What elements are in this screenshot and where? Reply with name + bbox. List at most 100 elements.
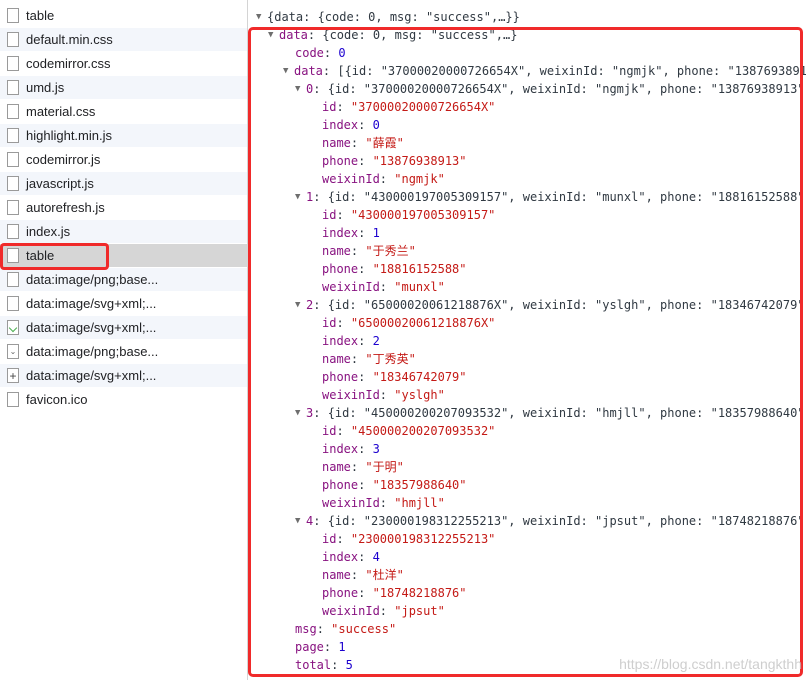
array-item-line[interactable]: ▼ 3: {id: "450000200207093532", weixinId:… xyxy=(295,404,805,422)
item-field-line: weixinId: "hmjll" xyxy=(322,496,445,510)
field-value: "13876938913" xyxy=(372,154,467,168)
item-field-line: name: "于明" xyxy=(322,460,404,474)
page-line: page: 1 xyxy=(295,640,346,654)
file-item[interactable]: default.min.css xyxy=(0,28,247,51)
image-icon xyxy=(7,320,19,335)
file-item[interactable]: umd.js xyxy=(0,76,247,99)
file-item[interactable]: highlight.min.js xyxy=(0,124,247,147)
item-summary: {id: "37000020000726654X", weixinId: "ng… xyxy=(327,82,805,96)
expand-triangle-icon[interactable]: ▼ xyxy=(295,404,306,422)
field-key: name xyxy=(322,244,351,258)
expand-triangle-icon[interactable]: ▼ xyxy=(295,296,306,314)
field-value: "450000200207093532" xyxy=(350,424,496,438)
file-item[interactable]: data:image/svg+xml;... xyxy=(0,292,247,315)
field-key: phone xyxy=(322,586,359,600)
item-field-line: id: "450000200207093532" xyxy=(322,424,496,438)
data-summary: {code: 0, msg: "success",…} xyxy=(322,28,518,42)
expand-triangle-icon[interactable]: ▼ xyxy=(283,62,294,80)
data-array-line[interactable]: ▼ data: [{id: "37000020000726654X", weixi… xyxy=(283,62,806,80)
file-item[interactable]: index.js xyxy=(0,220,247,243)
item-field-line: phone: "18748218876" xyxy=(322,586,467,600)
field-key: id xyxy=(322,316,337,330)
field-value: "18357988640" xyxy=(372,478,467,492)
field-value: "于明" xyxy=(365,460,404,474)
field-value: "hmjll" xyxy=(394,496,445,510)
item-field-line: phone: "18357988640" xyxy=(322,478,467,492)
file-item[interactable]: codemirror.js xyxy=(0,148,247,171)
file-item[interactable]: data:image/png;base... xyxy=(0,268,247,291)
document-icon xyxy=(7,392,19,407)
file-item[interactable]: table xyxy=(0,4,247,27)
document-icon xyxy=(7,128,19,143)
expand-triangle-icon[interactable]: ▼ xyxy=(295,80,306,98)
array-item-line[interactable]: ▼ 2: {id: "65000020061218876X", weixinId:… xyxy=(295,296,805,314)
file-item[interactable]: ⌄ data:image/png;base... xyxy=(0,340,247,363)
document-icon xyxy=(7,56,19,71)
field-key: name xyxy=(322,136,351,150)
file-item[interactable]: material.css xyxy=(0,100,247,123)
file-item[interactable]: favicon.ico xyxy=(0,388,247,411)
total-value: 5 xyxy=(345,658,353,672)
file-name: autorefresh.js xyxy=(26,200,105,215)
field-key: index xyxy=(322,550,359,564)
root-object-line[interactable]: ▼ {data: {code: 0, msg: "success",…}} xyxy=(256,8,520,26)
item-field-line: index: 1 xyxy=(322,226,380,240)
item-field-line: weixinId: "munxl" xyxy=(322,280,445,294)
file-name: data:image/png;base... xyxy=(26,272,159,287)
expand-triangle-icon[interactable]: ▼ xyxy=(268,26,279,44)
file-name: index.js xyxy=(26,224,71,239)
file-name: data:image/svg+xml;... xyxy=(26,320,157,335)
data-object-line[interactable]: ▼ data: {code: 0, msg: "success",…} xyxy=(268,26,517,44)
file-name: codemirror.js xyxy=(26,152,101,167)
item-field-line: name: "杜洋" xyxy=(322,568,404,582)
file-name: data:image/svg+xml;... xyxy=(26,296,157,311)
field-value: "于秀兰" xyxy=(365,244,416,258)
file-name: table xyxy=(26,248,55,263)
item-field-line: phone: "18816152588" xyxy=(322,262,467,276)
field-value: "杜洋" xyxy=(365,568,404,582)
document-icon xyxy=(7,200,19,215)
array-item-line[interactable]: ▼ 0: {id: "37000020000726654X", weixinId:… xyxy=(295,80,805,98)
field-key: index xyxy=(322,226,359,240)
expand-triangle-icon[interactable]: ▼ xyxy=(295,512,306,530)
page-value: 1 xyxy=(338,640,346,654)
file-item[interactable]: autorefresh.js xyxy=(0,196,247,219)
field-key: weixinId xyxy=(322,280,380,294)
field-key: id xyxy=(322,208,337,222)
item-summary: {id: "65000020061218876X", weixinId: "ys… xyxy=(327,298,805,312)
item-field-line: index: 2 xyxy=(322,334,380,348)
field-key: index xyxy=(322,442,359,456)
item-field-line: name: "丁秀英" xyxy=(322,352,416,366)
field-key: name xyxy=(322,352,351,366)
item-field-line: name: "于秀兰" xyxy=(322,244,416,258)
item-field-line: weixinId: "jpsut" xyxy=(322,604,445,618)
field-value: "18748218876" xyxy=(372,586,467,600)
array-item-line[interactable]: ▼ 1: {id: "430000197005309157", weixinId:… xyxy=(295,188,805,206)
array-item-line[interactable]: ▼ 4: {id: "230000198312255213", weixinId:… xyxy=(295,512,805,530)
document-icon xyxy=(7,224,19,239)
expand-triangle-icon[interactable]: ▼ xyxy=(295,188,306,206)
item-field-line: id: "37000020000726654X" xyxy=(322,100,496,114)
code-line: code: 0 xyxy=(295,46,346,60)
file-item[interactable]: data:image/svg+xml;... xyxy=(0,316,247,339)
field-value: 2 xyxy=(372,334,380,348)
document-icon xyxy=(7,176,19,191)
msg-line: msg: "success" xyxy=(295,622,397,636)
file-item[interactable]: codemirror.css xyxy=(0,52,247,75)
file-item[interactable]: + data:image/svg+xml;... xyxy=(0,364,247,387)
file-name: highlight.min.js xyxy=(26,128,112,143)
expand-triangle-icon[interactable]: ▼ xyxy=(256,8,267,26)
data-key: data xyxy=(279,28,308,42)
field-key: index xyxy=(322,334,359,348)
item-field-line: index: 3 xyxy=(322,442,380,456)
field-value: "丁秀英" xyxy=(365,352,416,366)
field-key: id xyxy=(322,100,337,114)
item-field-line: index: 0 xyxy=(322,118,380,132)
file-item[interactable]: javascript.js xyxy=(0,172,247,195)
file-item[interactable]: table xyxy=(0,244,247,267)
file-name: javascript.js xyxy=(26,176,94,191)
field-key: weixinId xyxy=(322,388,380,402)
file-name: data:image/png;base... xyxy=(26,344,159,359)
field-key: weixinId xyxy=(322,496,380,510)
item-field-line: id: "65000020061218876X" xyxy=(322,316,496,330)
